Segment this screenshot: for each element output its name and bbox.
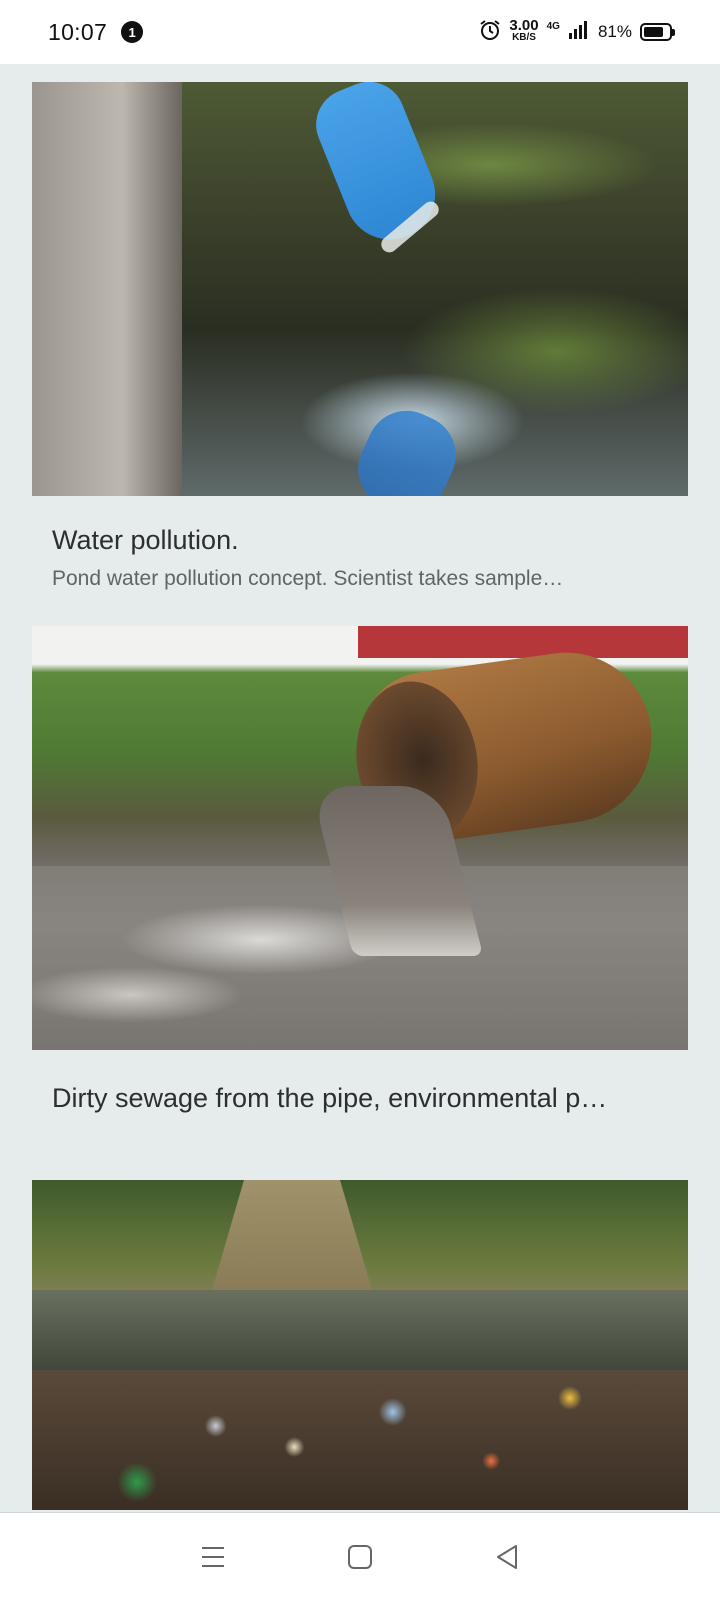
notification-count-badge: 1 bbox=[121, 21, 144, 43]
article-title[interactable]: Dirty sewage from the pipe, environmenta… bbox=[32, 1078, 668, 1118]
status-bar: 10:07 1 3.00 KB/S 4G 81% bbox=[0, 0, 720, 64]
article-card[interactable]: Dirty sewage from the pipe, environmenta… bbox=[32, 626, 688, 1118]
system-navigation-bar bbox=[0, 1512, 720, 1600]
article-image[interactable] bbox=[32, 82, 688, 496]
battery-percent: 81% bbox=[597, 22, 632, 41]
alarm-icon bbox=[479, 19, 501, 46]
home-icon[interactable] bbox=[340, 1537, 380, 1577]
menu-icon[interactable] bbox=[193, 1537, 233, 1577]
article-card[interactable]: Water pollution. Pond water pollution co… bbox=[32, 82, 688, 594]
clock: 10:07 bbox=[48, 18, 108, 45]
signal-icon bbox=[568, 20, 588, 45]
article-description: Pond water pollution concept. Scientist … bbox=[52, 567, 564, 590]
article-image[interactable] bbox=[32, 626, 688, 1050]
back-icon[interactable] bbox=[487, 1537, 527, 1577]
network-speed: 3.00 KB/S bbox=[509, 17, 539, 43]
network-type: 4G bbox=[546, 20, 560, 32]
article-card[interactable] bbox=[32, 1180, 688, 1510]
battery-icon bbox=[640, 23, 675, 41]
article-title[interactable]: Water pollution. bbox=[32, 520, 668, 560]
article-image[interactable] bbox=[32, 1180, 688, 1510]
